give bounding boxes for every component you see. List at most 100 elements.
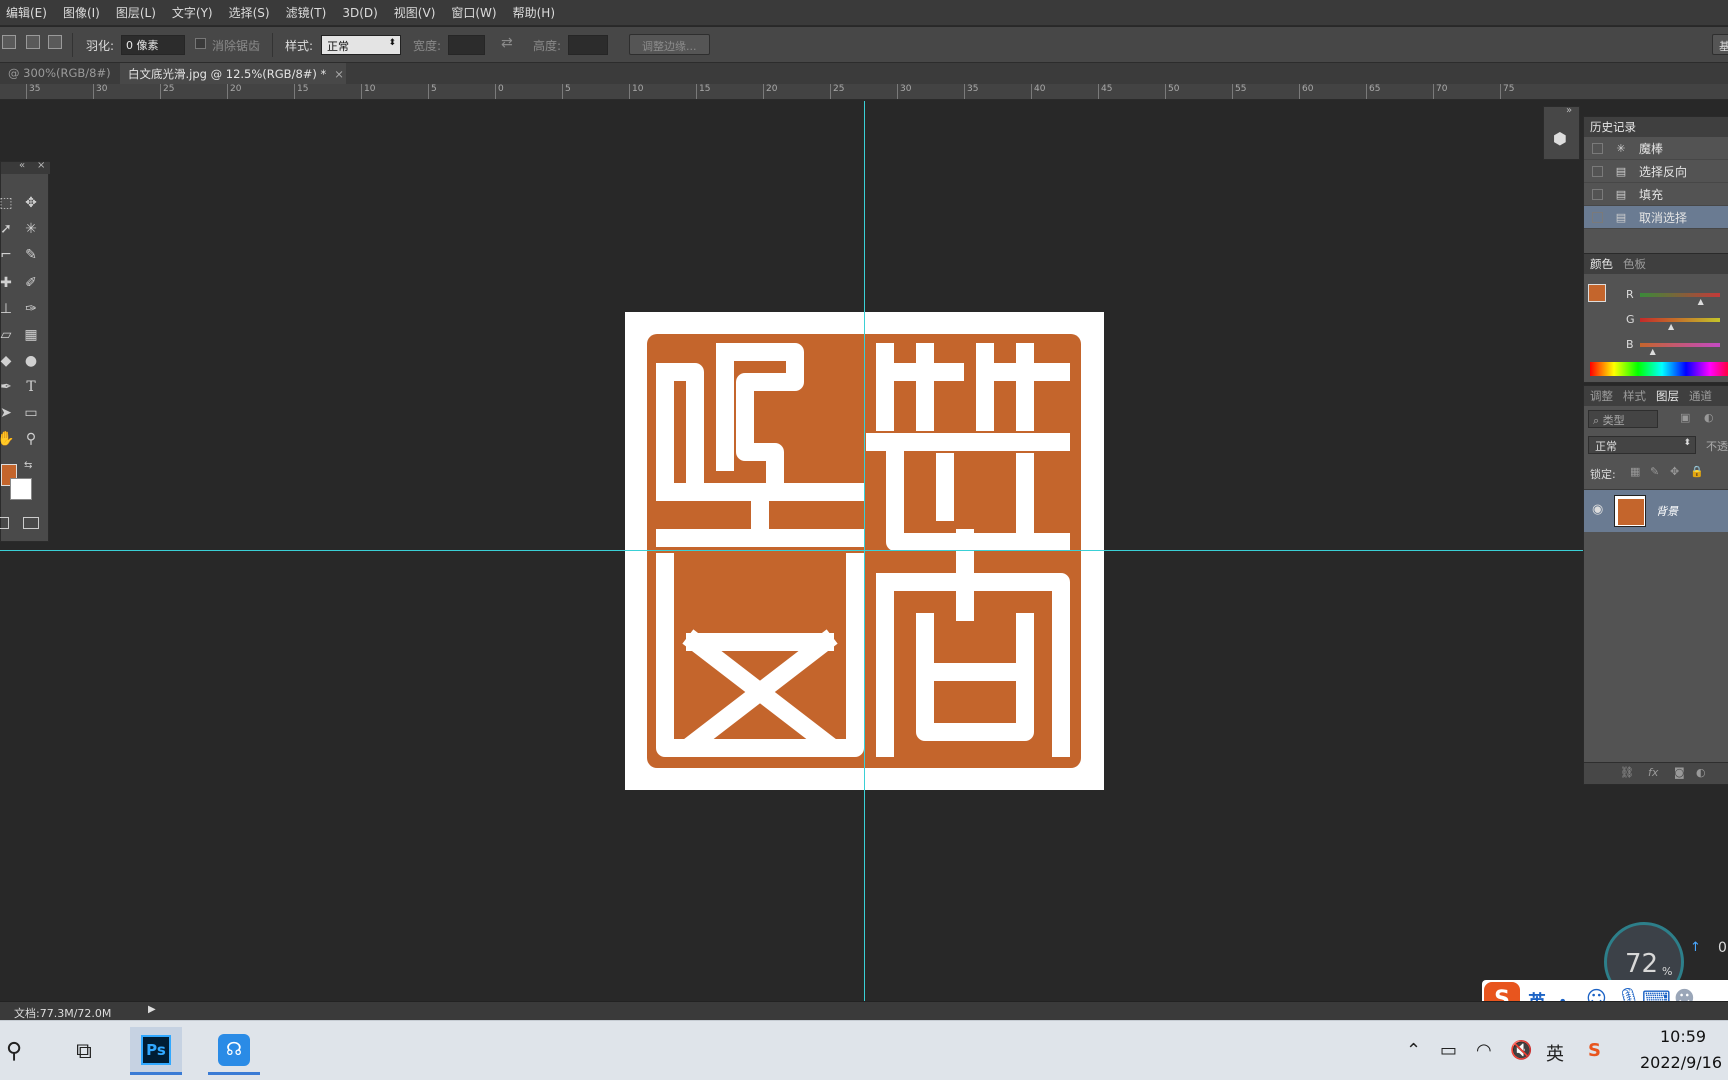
add-to-selection-icon[interactable] — [26, 35, 40, 49]
menu-3d[interactable]: 3D(D) — [342, 6, 377, 20]
task-view-icon[interactable]: ⧉ — [58, 1027, 110, 1075]
horizontal-guide[interactable] — [0, 550, 1583, 551]
history-item[interactable]: ✳ 魔棒 — [1584, 137, 1728, 160]
toolbox-header[interactable]: « × — [1, 160, 50, 174]
sogou-tray-icon[interactable]: S — [1588, 1040, 1601, 1061]
eyedropper-tool-icon[interactable]: ✎ — [20, 244, 42, 266]
slider-g[interactable]: G ▲ — [1626, 307, 1728, 332]
layer-row[interactable]: ◉ 背景 — [1584, 490, 1728, 532]
volume-muted-icon[interactable]: 🔇 — [1510, 1040, 1532, 1061]
tab-history[interactable]: 历史记录 — [1590, 119, 1636, 135]
menu-help[interactable]: 帮助(H) — [513, 4, 555, 21]
menu-filter[interactable]: 滤镜(T) — [286, 4, 327, 21]
filter-image-icon[interactable]: ▣ — [1680, 411, 1690, 424]
slider-thumb-icon[interactable]: ▲ — [1698, 297, 1704, 306]
eraser-tool-icon[interactable]: ▱ — [0, 324, 17, 346]
wifi-icon[interactable]: ◠ — [1476, 1040, 1492, 1061]
slider-r[interactable]: R ▲ — [1626, 282, 1728, 307]
show-hidden-icons-icon[interactable]: ⌃ — [1406, 1040, 1421, 1061]
lasso-tool-icon[interactable]: ➚ — [0, 218, 17, 240]
add-mask-icon[interactable]: ◙ — [1674, 766, 1685, 779]
feather-input[interactable] — [121, 35, 185, 55]
menu-select[interactable]: 选择(S) — [229, 4, 270, 21]
snapshot-checkbox[interactable] — [1592, 165, 1603, 177]
tray-input-language[interactable]: 英 — [1546, 1040, 1564, 1066]
blur-tool-icon[interactable]: ◆ — [0, 350, 17, 372]
foreground-color-swatch[interactable] — [1588, 284, 1606, 302]
background-color-swatch[interactable] — [10, 478, 32, 500]
swap-icon[interactable]: ⇄ — [501, 35, 513, 51]
new-selection-icon[interactable] — [2, 35, 16, 49]
status-menu-arrow-icon[interactable]: ▶ — [148, 1004, 156, 1015]
hand-tool-icon[interactable]: ✋ — [0, 428, 17, 450]
close-icon[interactable]: × — [334, 67, 344, 81]
battery-icon[interactable]: ▭ — [1440, 1040, 1457, 1061]
marquee-tool-icon[interactable]: ⬚ — [0, 192, 17, 214]
zoom-tool-icon[interactable]: ⚲ — [20, 428, 42, 450]
fx-icon[interactable]: fx — [1648, 766, 1658, 779]
clock-date[interactable]: 2022/9/16 — [1640, 1053, 1722, 1072]
tab-channels[interactable]: 通道 — [1689, 388, 1712, 404]
taskbar-photoshop[interactable]: Ps — [130, 1027, 182, 1075]
clock-time[interactable]: 10:59 — [1660, 1027, 1706, 1046]
menu-window[interactable]: 窗口(W) — [451, 4, 496, 21]
lock-position-icon[interactable]: ✥ — [1670, 465, 1679, 478]
menu-view[interactable]: 视图(V) — [394, 4, 436, 21]
history-item-selected[interactable]: ▤ 取消选择 — [1584, 206, 1728, 229]
swap-colors-icon[interactable]: ⇆ — [24, 460, 32, 471]
history-brush-tool-icon[interactable]: ✑ — [20, 298, 42, 320]
slider-thumb-icon[interactable]: ▲ — [1668, 322, 1674, 331]
width-input[interactable] — [448, 35, 485, 55]
slider-track[interactable]: ▲ — [1640, 292, 1720, 306]
vertical-guide[interactable] — [864, 101, 865, 1001]
crop-tool-icon[interactable]: ⌐ — [0, 244, 17, 266]
tab-swatches[interactable]: 色板 — [1623, 256, 1646, 272]
blend-mode-select[interactable]: 正常 ⬍ — [1588, 436, 1696, 454]
tab-layers[interactable]: 图层 — [1656, 388, 1679, 404]
layer-filter-select[interactable]: ⌕ 类型 — [1588, 410, 1658, 428]
tab-document-2[interactable]: 白文底光滑.jpg @ 12.5%(RGB/8#) * × — [120, 63, 346, 84]
eye-icon[interactable]: ◉ — [1592, 502, 1603, 517]
antialias-checkbox[interactable] — [195, 38, 206, 49]
healing-tool-icon[interactable]: ✚ — [0, 272, 17, 294]
lock-all-icon[interactable]: 🔒 — [1690, 465, 1704, 478]
height-input[interactable] — [568, 35, 608, 55]
menu-image[interactable]: 图像(I) — [63, 4, 100, 21]
history-item[interactable]: ▤ 填充 — [1584, 183, 1728, 206]
tab-color[interactable]: 颜色 — [1590, 256, 1613, 272]
color-spectrum-ramp[interactable] — [1590, 362, 1728, 376]
path-select-tool-icon[interactable]: ➤ — [0, 402, 17, 424]
snapshot-checkbox[interactable] — [1592, 188, 1603, 200]
expand-icon[interactable]: » — [1566, 105, 1572, 116]
shape-tool-icon[interactable]: ▭ — [20, 402, 42, 424]
search-icon[interactable]: ⚲ — [0, 1027, 40, 1075]
brush-tool-icon[interactable]: ✐ — [20, 272, 42, 294]
pen-tool-icon[interactable]: ✒ — [0, 376, 17, 398]
workspace-button[interactable]: 基 — [1712, 34, 1728, 55]
menu-layer[interactable]: 图层(L) — [116, 4, 156, 21]
filter-adjustment-icon[interactable]: ◐ — [1704, 411, 1714, 424]
slider-b[interactable]: B ▲ — [1626, 332, 1728, 357]
refine-edge-button[interactable]: 调整边缘... — [629, 34, 710, 55]
slider-track[interactable]: ▲ — [1640, 317, 1720, 331]
stamp-tool-icon[interactable]: ⊥ — [0, 298, 17, 320]
style-select[interactable]: 正常 ⬍ — [321, 35, 401, 55]
history-item[interactable]: ▤ 选择反向 — [1584, 160, 1728, 183]
layer-name[interactable]: 背景 — [1656, 503, 1678, 519]
tab-styles[interactable]: 样式 — [1623, 388, 1646, 404]
slider-thumb-icon[interactable]: ▲ — [1650, 347, 1656, 356]
slider-track[interactable]: ▲ — [1640, 342, 1720, 356]
tab-adjustments[interactable]: 调整 — [1590, 388, 1613, 404]
snapshot-checkbox[interactable] — [1592, 142, 1603, 154]
taskbar-app[interactable]: ☊ — [208, 1027, 260, 1075]
snapshot-checkbox[interactable] — [1592, 211, 1603, 223]
magic-wand-tool-icon[interactable]: ✳ — [20, 218, 42, 240]
lock-pixels-icon[interactable]: ▦ — [1630, 465, 1640, 478]
dodge-tool-icon[interactable]: ● — [20, 350, 42, 372]
tab-document-1[interactable]: @ 300%(RGB/8#)× — [0, 63, 128, 84]
screen-mode-icon[interactable] — [23, 517, 39, 529]
link-layers-icon[interactable]: ⛓ — [1620, 766, 1634, 779]
move-tool-icon[interactable]: ✥ — [20, 192, 42, 214]
type-tool-icon[interactable]: T — [20, 376, 42, 398]
adjustment-layer-icon[interactable]: ◐ — [1696, 766, 1706, 779]
